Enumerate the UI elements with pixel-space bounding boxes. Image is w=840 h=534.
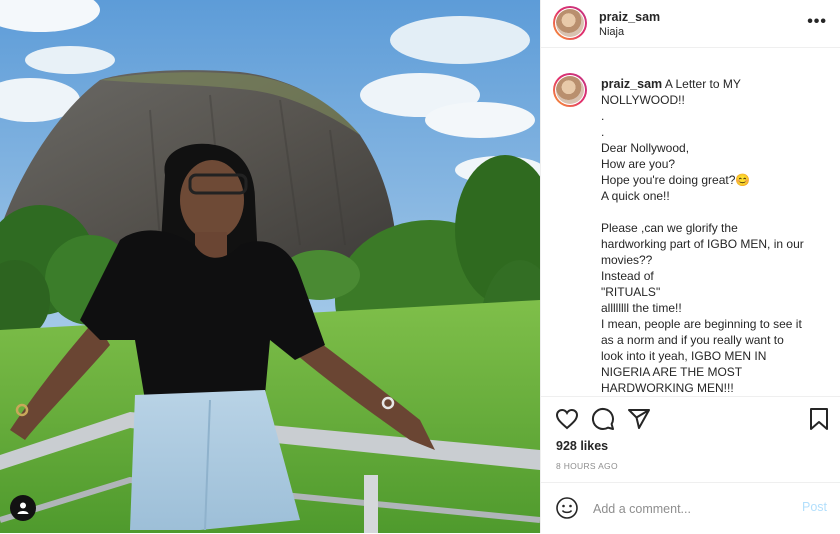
caption-line: allllllll the time!! [601, 301, 682, 315]
comment-input[interactable] [591, 498, 795, 520]
caption-line: . [601, 109, 605, 123]
post-panel: praiz_sam Niaja ••• praiz_sam A Letter t… [540, 0, 840, 533]
bookmark-icon[interactable] [807, 407, 831, 431]
caption-line: I mean, people are beginning to see it [601, 317, 802, 331]
action-bar: 928 likes 8 HOURS AGO [541, 396, 840, 483]
header-username[interactable]: praiz_sam [599, 10, 660, 24]
caption-area: praiz_sam A Letter to MY NOLLYWOOD!! . .… [541, 56, 840, 394]
caption-text: praiz_sam A Letter to MY NOLLYWOOD!! . .… [601, 76, 826, 394]
share-icon[interactable] [627, 407, 651, 431]
caption-line [601, 204, 826, 220]
caption-line: as a norm and if you really want to [601, 333, 784, 347]
emoji-icon[interactable] [555, 496, 579, 520]
post-photo[interactable] [0, 0, 540, 533]
post-image [0, 0, 540, 533]
caption-line: NOLLYWOOD!! [601, 93, 685, 107]
caption-line: hardworking part of IGBO MEN, in our [601, 237, 804, 251]
caption-username[interactable]: praiz_sam [601, 77, 662, 91]
caption-line: Instead of [601, 269, 654, 283]
avatar[interactable] [553, 6, 587, 40]
caption-line: A Letter to MY [664, 77, 741, 91]
caption-line: . [601, 125, 605, 139]
caption-avatar[interactable] [553, 73, 587, 107]
likes-count[interactable]: 928 likes [556, 439, 608, 453]
caption-line: A quick one!! [601, 189, 670, 203]
caption-line: Please ,can we glorify the [601, 221, 738, 235]
caption-line: "RITUALS" [601, 285, 661, 299]
caption-line: HARDWORKING MEN!!! [601, 381, 734, 394]
caption-line: Dear Nollywood, [601, 141, 690, 155]
caption-line: Hope you're doing great?😊 [601, 173, 751, 187]
caption-line: How are you? [601, 157, 676, 171]
caption-line: look into it yeah, IGBO MEN IN [601, 349, 767, 363]
post-comment-button[interactable]: Post [802, 500, 827, 514]
post-timestamp[interactable]: 8 HOURS AGO [556, 461, 618, 471]
location-label[interactable]: Niaja [599, 26, 624, 38]
post-header: praiz_sam Niaja ••• [541, 0, 840, 48]
caption-line: NIGERIA ARE THE MOST [601, 365, 743, 379]
caption-line: movies?? [601, 253, 653, 267]
comment-icon[interactable] [591, 407, 615, 431]
heart-icon[interactable] [555, 407, 579, 431]
comment-bar: Post [541, 482, 840, 534]
more-options-icon[interactable]: ••• [807, 13, 827, 31]
user-tag-icon[interactable] [10, 495, 36, 521]
